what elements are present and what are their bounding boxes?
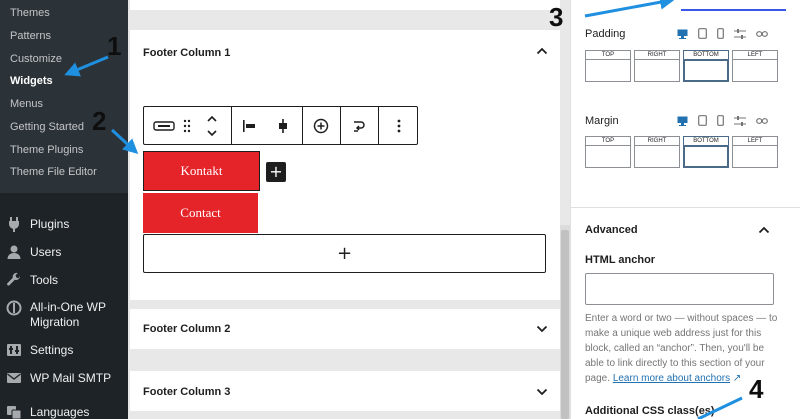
annotation-arrow-2 — [110, 128, 139, 155]
annotation-arrow-1 — [64, 55, 109, 77]
annotation-arrow-4 — [697, 396, 743, 419]
annotation-number-3: 3 — [549, 2, 564, 32]
annotation-number-2: 2 — [92, 106, 107, 136]
annotation-arrows — [64, 0, 743, 419]
annotation-number-1: 1 — [107, 31, 122, 61]
annotation-arrow-3 — [584, 0, 675, 18]
annotation-number-4: 4 — [749, 374, 764, 404]
